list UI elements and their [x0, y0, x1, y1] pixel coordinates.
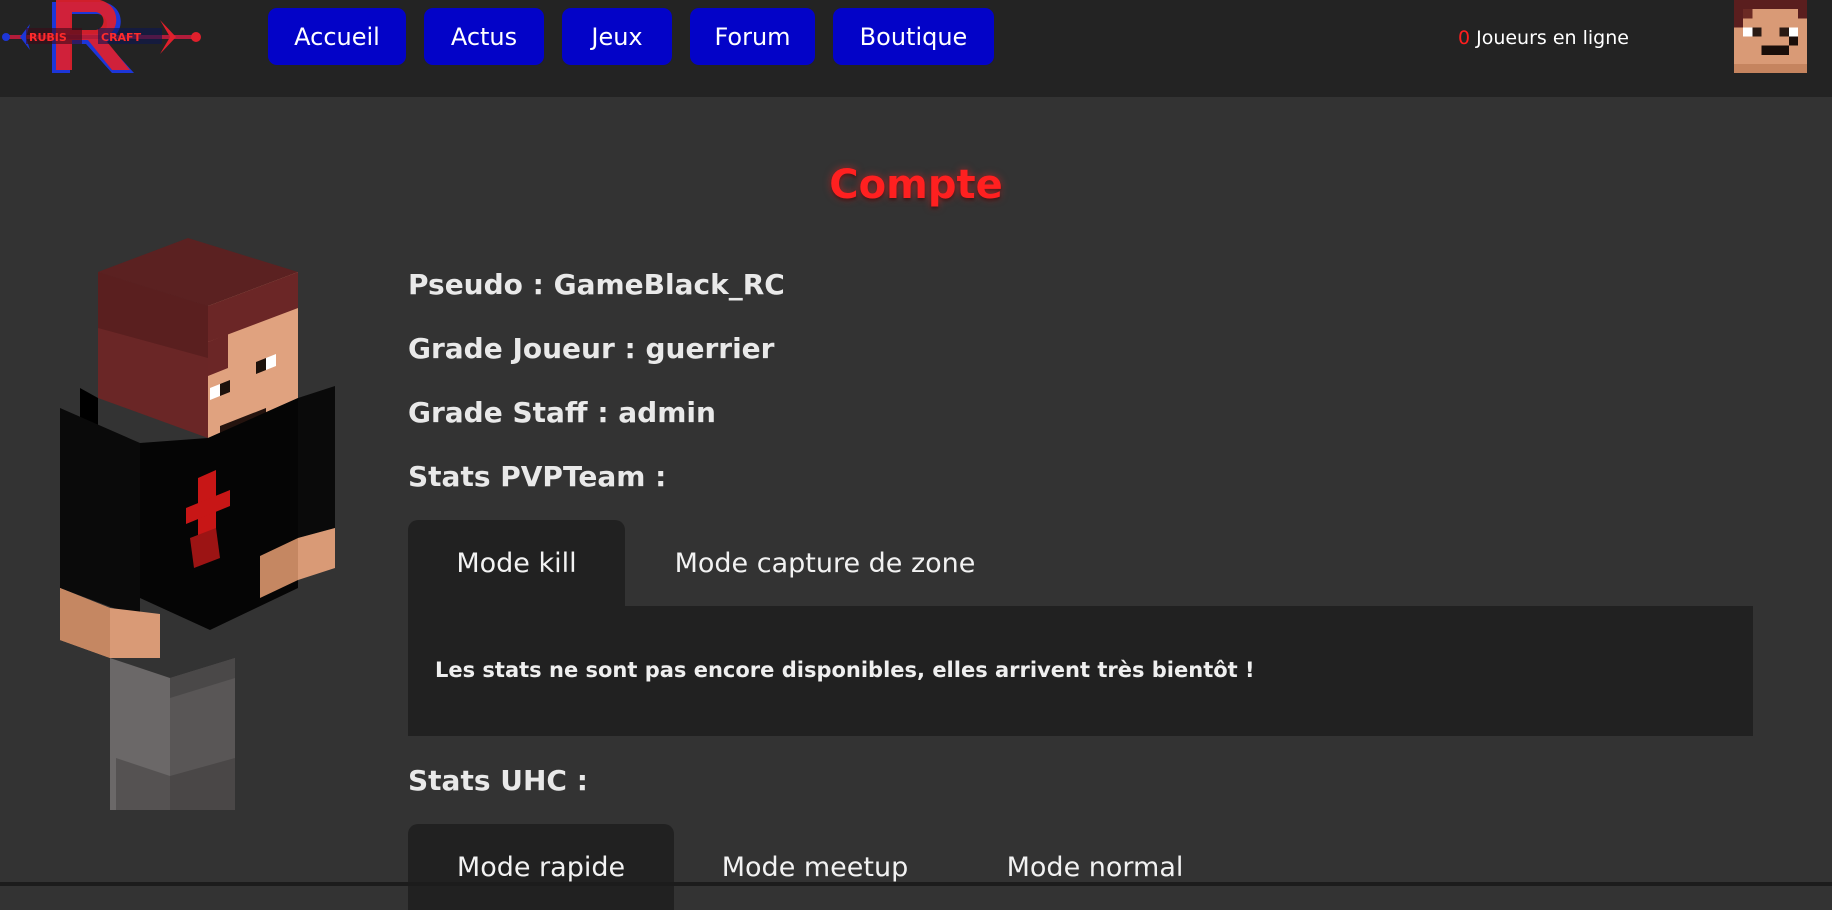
player-skin-render — [60, 238, 335, 810]
tab-mode-normal[interactable]: Mode normal — [980, 824, 1210, 910]
nav-forum-button[interactable]: Forum — [690, 8, 815, 65]
stats-uhc-heading: Stats UHC : — [408, 764, 588, 797]
nav-jeux-button[interactable]: Jeux — [562, 8, 672, 65]
tab-mode-capture-de-zone[interactable]: Mode capture de zone — [650, 520, 1000, 606]
svg-text:CRAFT: CRAFT — [101, 31, 142, 44]
nav-boutique-button[interactable]: Boutique — [833, 8, 994, 65]
nav-actus-button[interactable]: Actus — [424, 8, 544, 65]
svg-text:RUBIS: RUBIS — [29, 31, 67, 44]
page-title: Compte — [829, 162, 1003, 208]
user-avatar[interactable] — [1734, 0, 1807, 73]
grade-staff-text: Grade Staff : admin — [408, 396, 716, 429]
top-navigation-bar: RUBIS CRAFT Accueil Actus Jeux Forum Bou… — [0, 0, 1832, 97]
pvp-stats-panel: Les stats ne sont pas encore disponibles… — [408, 606, 1753, 736]
online-players-label: Joueurs en ligne — [1476, 27, 1629, 49]
online-players-count: 0 — [1458, 27, 1471, 49]
grade-joueur-text: Grade Joueur : guerrier — [408, 332, 775, 365]
pvp-stats-message: Les stats ne sont pas encore disponibles… — [435, 658, 1255, 682]
rubiscraft-logo[interactable]: RUBIS CRAFT — [0, 0, 205, 75]
pseudo-text: Pseudo : GameBlack_RC — [408, 268, 785, 301]
stats-pvpteam-heading: Stats PVPTeam : — [408, 460, 667, 493]
tab-mode-rapide[interactable]: Mode rapide — [408, 824, 674, 910]
nav-accueil-button[interactable]: Accueil — [268, 8, 406, 65]
online-players-indicator: 0 Joueurs en ligne — [1458, 24, 1629, 52]
bottom-edge-strip — [0, 882, 1832, 886]
tab-mode-kill[interactable]: Mode kill — [408, 520, 625, 606]
tab-mode-meetup[interactable]: Mode meetup — [700, 824, 930, 910]
